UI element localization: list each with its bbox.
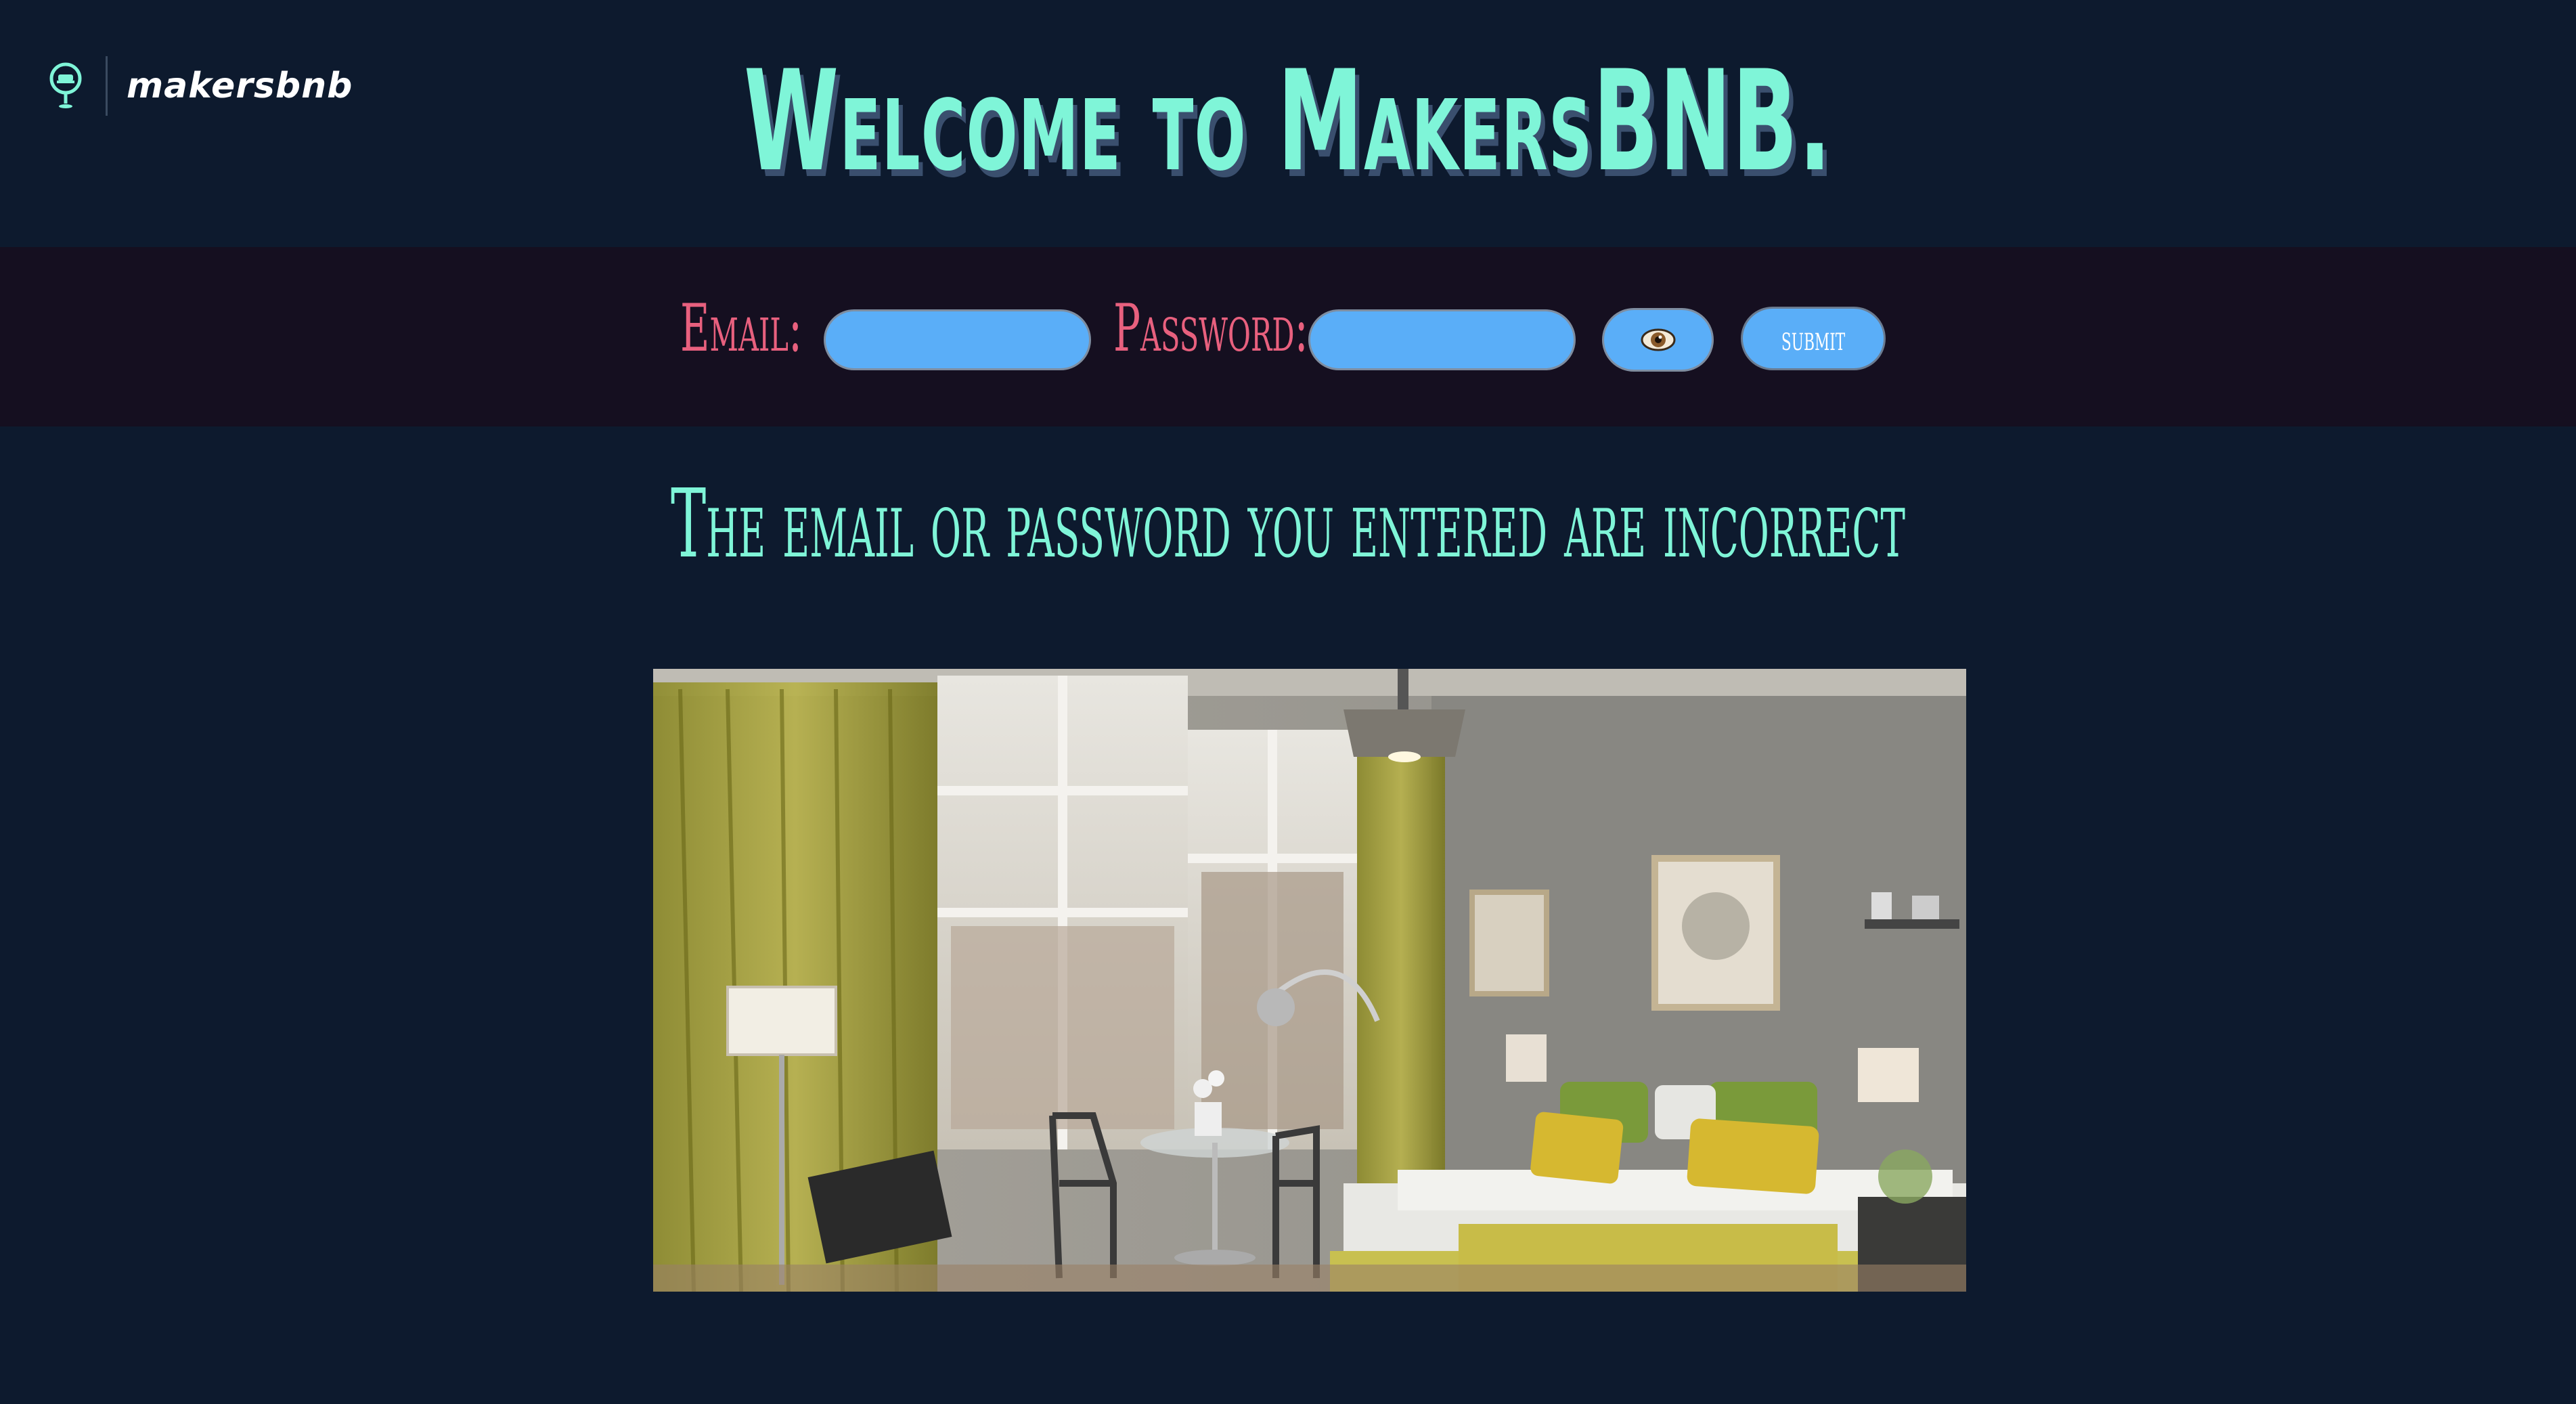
error-message: The email or password you entered are in… bbox=[670, 469, 1906, 579]
submit-label: submit bbox=[1781, 319, 1846, 358]
page-title: Welcome to MakersBNB. bbox=[744, 41, 1832, 202]
hero-image bbox=[653, 669, 1966, 1292]
logo-divider bbox=[106, 56, 108, 116]
submit-button[interactable]: submit bbox=[1741, 307, 1886, 370]
map-pin-bed-icon bbox=[49, 62, 82, 108]
logo[interactable]: makersbnb bbox=[47, 56, 353, 116]
eye-icon bbox=[1641, 328, 1675, 351]
show-password-button[interactable] bbox=[1602, 308, 1714, 372]
logo-text: makersbnb bbox=[127, 66, 353, 106]
email-field[interactable] bbox=[824, 309, 1091, 370]
email-label: Email: bbox=[680, 290, 803, 366]
password-label: Password: bbox=[1113, 290, 1308, 366]
password-field[interactable] bbox=[1308, 309, 1576, 370]
